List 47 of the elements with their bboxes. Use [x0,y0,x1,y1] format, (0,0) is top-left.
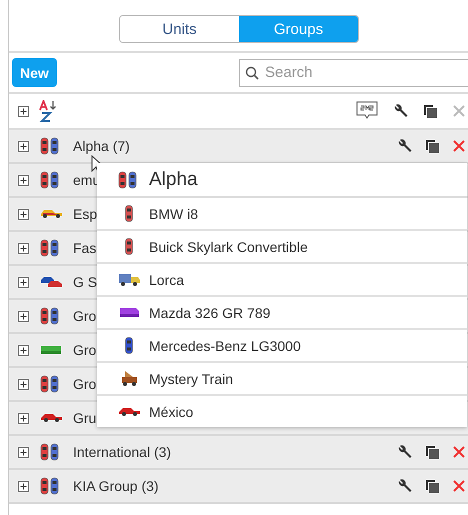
group-name[interactable]: KIA Group (3) [73,478,159,494]
search-icon [245,66,259,80]
expand-icon[interactable] [18,412,29,424]
train-icon [122,371,136,386]
wrench-icon[interactable] [394,104,408,118]
expand-icon[interactable] [18,310,29,322]
group-name[interactable]: G S [73,274,98,290]
expand-icon[interactable] [18,174,29,186]
expand-icon[interactable] [18,106,29,116]
unit-name[interactable]: México [149,404,194,420]
group-name[interactable]: Alpha (7) [73,138,130,154]
wrench-icon[interactable] [398,139,412,153]
expand-icon[interactable] [18,276,29,288]
expand-icon[interactable] [18,446,29,458]
sms-icon[interactable] [356,101,378,121]
wrench-icon[interactable] [398,479,412,493]
close-icon[interactable] [453,140,465,152]
unit-name[interactable]: Lorca [149,272,184,288]
close-icon[interactable] [453,480,465,492]
group-name[interactable]: Fas [73,240,96,256]
copy-icon[interactable] [426,446,439,458]
expand-icon[interactable] [18,140,29,152]
unit-name[interactable]: BMW i8 [149,206,198,222]
expand-icon[interactable] [18,378,29,390]
group-name[interactable]: Gro [73,342,96,358]
expand-icon[interactable] [18,242,29,254]
unit-name[interactable]: Mystery Train [149,370,234,386]
expand-icon[interactable] [18,344,29,356]
popup-title: Alpha [149,168,198,190]
group-name[interactable]: Gro [73,308,96,324]
copy-icon[interactable] [424,104,437,118]
unit-name[interactable]: Mazda 326 GR 789 [149,304,270,320]
search-field[interactable]: Search [239,58,468,86]
group-name[interactable]: International (3) [73,444,172,460]
group-name[interactable]: Esp [73,206,98,222]
van-icon [118,274,140,286]
unit-name[interactable]: Buick Skylark Convertible [149,238,308,254]
close-icon[interactable] [453,446,465,458]
group-name[interactable]: Gru [73,410,96,426]
wrench-icon[interactable] [398,445,412,459]
sort-icon[interactable] [39,100,59,122]
copy-icon[interactable] [426,140,439,152]
expand-icon[interactable] [18,480,29,492]
group-name[interactable]: Gro [73,376,96,392]
expand-icon[interactable] [18,208,29,220]
copy-icon[interactable] [426,480,439,492]
unit-name[interactable]: Mercedes-Benz LG3000 [149,338,301,354]
